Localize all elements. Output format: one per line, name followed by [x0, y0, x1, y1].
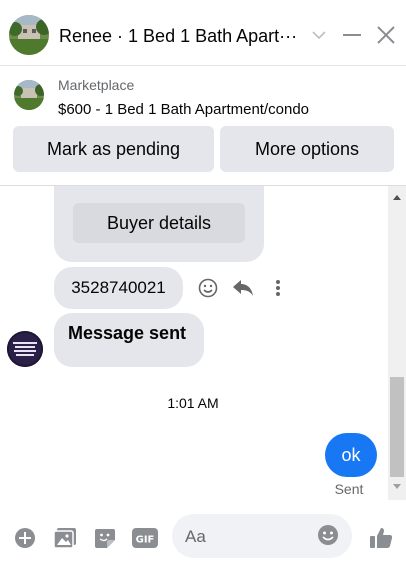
- sender-avatar[interactable]: [7, 331, 43, 367]
- reply-icon[interactable]: [231, 276, 255, 300]
- chevron-down-icon[interactable]: [308, 24, 330, 46]
- more-actions-icon[interactable]: [266, 276, 290, 300]
- phone-number-message[interactable]: 3528740021: [54, 267, 183, 309]
- sent-status: Sent: [334, 481, 364, 497]
- scroll-down-arrow-icon[interactable]: [388, 478, 406, 494]
- add-plus-icon[interactable]: [13, 526, 37, 550]
- mark-as-pending-button[interactable]: Mark as pending: [13, 126, 214, 172]
- minimize-icon[interactable]: [341, 24, 363, 46]
- gif-icon[interactable]: GIF: [132, 526, 158, 550]
- message-list: Buyer details 3528740021 Message sent 1:…: [0, 186, 406, 500]
- close-icon[interactable]: [375, 24, 397, 46]
- photo-icon[interactable]: [53, 526, 77, 550]
- emoji-react-icon[interactable]: [196, 276, 220, 300]
- message-input-placeholder: Aa: [185, 527, 206, 546]
- listing-thumbnail[interactable]: [14, 80, 44, 110]
- buyer-details-card: Buyer details: [54, 186, 264, 262]
- thumbs-up-icon[interactable]: [369, 526, 393, 550]
- message-timestamp: 1:01 AM: [167, 395, 219, 411]
- contact-avatar[interactable]: [9, 15, 49, 55]
- marketplace-label: Marketplace: [58, 77, 135, 93]
- svg-text:GIF: GIF: [136, 535, 155, 546]
- emoji-picker-icon[interactable]: [317, 524, 341, 548]
- buyer-details-button[interactable]: Buyer details: [73, 203, 245, 243]
- message-composer: GIF Aa: [0, 500, 406, 570]
- outgoing-message-bubble[interactable]: ok: [325, 433, 377, 477]
- chat-header: Renee · 1 Bed 1 Bath Apart···: [0, 0, 406, 66]
- message-input[interactable]: Aa: [172, 514, 352, 558]
- message-scrollbar[interactable]: [388, 186, 406, 500]
- more-options-button[interactable]: More options: [220, 126, 394, 172]
- listing-title[interactable]: $600 - 1 Bed 1 Bath Apartment/condo: [58, 101, 309, 118]
- scrollbar-thumb[interactable]: [390, 377, 404, 477]
- message-sent-bubble[interactable]: Message sent: [54, 313, 204, 367]
- scroll-up-arrow-icon[interactable]: [388, 189, 406, 205]
- sticker-icon[interactable]: [93, 526, 117, 550]
- conversation-title[interactable]: Renee · 1 Bed 1 Bath Apart···: [59, 26, 297, 47]
- marketplace-listing-card: Marketplace $600 - 1 Bed 1 Bath Apartmen…: [0, 66, 406, 186]
